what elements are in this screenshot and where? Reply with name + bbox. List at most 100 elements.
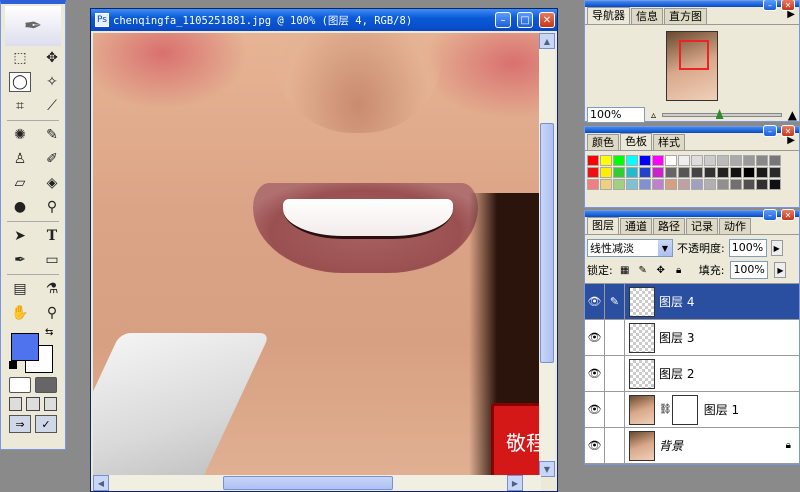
marquee-tool-icon[interactable]: ⬚ bbox=[9, 48, 31, 68]
fill-input[interactable]: 100% bbox=[730, 261, 769, 279]
tab-navigator[interactable]: 导航器 bbox=[587, 7, 630, 24]
quick-mask-button[interactable] bbox=[35, 377, 57, 393]
color-swatch[interactable] bbox=[756, 179, 768, 190]
close-button[interactable]: ✕ bbox=[539, 12, 555, 28]
color-swatch[interactable] bbox=[730, 155, 742, 166]
visibility-eye-icon[interactable]: 👁︎ bbox=[585, 355, 605, 392]
layer-name[interactable]: 背景 bbox=[659, 437, 683, 454]
color-swatch[interactable] bbox=[613, 179, 625, 190]
tab-histogram[interactable]: 直方图 bbox=[664, 8, 707, 24]
navigator-thumbnail[interactable] bbox=[666, 31, 718, 101]
visibility-eye-icon[interactable]: 👁︎ bbox=[585, 319, 605, 356]
layer-row[interactable]: 👁︎ 背景 🔒︎ bbox=[585, 427, 799, 464]
color-swatch[interactable] bbox=[769, 179, 781, 190]
maximize-button[interactable]: □ bbox=[517, 12, 533, 28]
color-swatch[interactable] bbox=[587, 179, 599, 190]
foreground-color-swatch[interactable] bbox=[11, 333, 39, 361]
horizontal-scroll-thumb[interactable] bbox=[223, 476, 393, 490]
lock-position-icon[interactable]: ✥ bbox=[655, 264, 667, 276]
color-swatch[interactable] bbox=[613, 167, 625, 178]
scroll-left-icon[interactable]: ◀ bbox=[93, 475, 109, 491]
fill-slider-icon[interactable]: ▶ bbox=[774, 262, 787, 278]
type-tool-icon[interactable]: T bbox=[41, 226, 63, 246]
tab-info[interactable]: 信息 bbox=[631, 8, 663, 24]
tab-channels[interactable]: 通道 bbox=[620, 218, 652, 234]
color-swatch[interactable] bbox=[626, 167, 638, 178]
layer-name[interactable]: 图层 2 bbox=[659, 365, 694, 382]
color-swatch[interactable] bbox=[678, 179, 690, 190]
standard-mode-button[interactable] bbox=[9, 377, 31, 393]
zoom-slider[interactable] bbox=[662, 109, 782, 119]
standard-screen-button[interactable] bbox=[9, 397, 23, 411]
color-swatch[interactable] bbox=[587, 167, 599, 178]
color-swatch[interactable] bbox=[678, 167, 690, 178]
panel-menu-icon[interactable]: ▶ bbox=[787, 9, 795, 20]
color-swatch[interactable] bbox=[639, 155, 651, 166]
color-swatch[interactable] bbox=[600, 155, 612, 166]
lasso-tool-icon[interactable]: ◯ bbox=[9, 72, 31, 92]
color-swatch[interactable] bbox=[600, 167, 612, 178]
color-swatch[interactable] bbox=[626, 155, 638, 166]
layer-name[interactable]: 图层 1 bbox=[704, 401, 739, 418]
lock-all-icon[interactable]: 🔒︎ bbox=[673, 264, 685, 276]
visibility-eye-icon[interactable]: 👁︎ bbox=[585, 427, 605, 464]
vertical-scroll-thumb[interactable] bbox=[540, 123, 554, 363]
blend-mode-select[interactable]: 线性减淡 ▼ bbox=[587, 239, 673, 257]
layer-name[interactable]: 图层 3 bbox=[659, 329, 694, 346]
color-swatch[interactable] bbox=[704, 155, 716, 166]
color-swatch[interactable] bbox=[730, 179, 742, 190]
tab-actions[interactable]: 动作 bbox=[719, 218, 751, 234]
tab-history[interactable]: 记录 bbox=[686, 218, 718, 234]
magic-wand-tool-icon[interactable]: ✧ bbox=[41, 72, 63, 92]
color-swatch[interactable] bbox=[704, 167, 716, 178]
slice-tool-icon[interactable]: ⟋ bbox=[41, 96, 63, 116]
tab-color[interactable]: 颜色 bbox=[587, 134, 619, 150]
color-swatch[interactable] bbox=[769, 155, 781, 166]
default-colors-icon[interactable] bbox=[9, 361, 17, 369]
tab-styles[interactable]: 样式 bbox=[653, 134, 685, 150]
move-tool-icon[interactable]: ✥ bbox=[41, 48, 63, 68]
color-swatch[interactable] bbox=[756, 155, 768, 166]
link-cell[interactable] bbox=[605, 391, 625, 428]
chain-link-icon[interactable]: ⛓ bbox=[659, 404, 672, 415]
color-swatch[interactable] bbox=[717, 179, 729, 190]
scroll-right-icon[interactable]: ▶ bbox=[507, 475, 523, 491]
color-swatch[interactable] bbox=[717, 155, 729, 166]
opacity-input[interactable]: 100% bbox=[728, 239, 767, 257]
link-cell[interactable] bbox=[605, 319, 625, 356]
color-swatch[interactable] bbox=[730, 167, 742, 178]
panel-menu-icon[interactable]: ▶ bbox=[787, 135, 795, 146]
color-swatch[interactable] bbox=[743, 155, 755, 166]
color-swatch[interactable] bbox=[769, 167, 781, 178]
color-swatch[interactable] bbox=[626, 179, 638, 190]
color-swatch[interactable] bbox=[665, 179, 677, 190]
feather-logo-icon[interactable]: ✒ bbox=[5, 6, 61, 46]
link-cell[interactable] bbox=[605, 427, 625, 464]
color-swatch[interactable] bbox=[743, 167, 755, 178]
healing-brush-tool-icon[interactable]: ✺ bbox=[9, 125, 31, 145]
layer-row[interactable]: 👁︎ 图层 2 bbox=[585, 355, 799, 392]
tab-layers[interactable]: 图层 bbox=[587, 217, 619, 234]
scroll-down-icon[interactable]: ▼ bbox=[539, 461, 555, 477]
color-swatch[interactable] bbox=[639, 179, 651, 190]
document-titlebar[interactable]: Ps chenqingfa_1105251881.jpg @ 100% (图层 … bbox=[91, 9, 557, 31]
layer-mask-thumbnail[interactable] bbox=[671, 394, 698, 425]
zoom-slider-knob[interactable] bbox=[715, 109, 724, 119]
zoom-in-icon[interactable]: ▲ bbox=[788, 108, 797, 122]
tab-paths[interactable]: 路径 bbox=[653, 218, 685, 234]
chevron-down-icon[interactable]: ▼ bbox=[658, 240, 672, 256]
visibility-eye-icon[interactable]: 👁︎ bbox=[585, 283, 605, 320]
color-swatch[interactable] bbox=[613, 155, 625, 166]
crop-tool-icon[interactable]: ⌗ bbox=[9, 96, 31, 116]
color-swatch[interactable] bbox=[704, 179, 716, 190]
color-swatch[interactable] bbox=[652, 179, 664, 190]
opacity-slider-icon[interactable]: ▶ bbox=[770, 240, 783, 256]
color-swatch[interactable] bbox=[691, 155, 703, 166]
color-swatch[interactable] bbox=[743, 179, 755, 190]
color-swatch[interactable] bbox=[665, 155, 677, 166]
eraser-tool-icon[interactable]: ▱ bbox=[9, 173, 31, 193]
color-swatch[interactable] bbox=[691, 179, 703, 190]
minimize-button[interactable]: – bbox=[495, 12, 511, 28]
full-screen-button[interactable] bbox=[43, 397, 57, 411]
lock-transparent-icon[interactable]: ▦ bbox=[619, 264, 631, 276]
